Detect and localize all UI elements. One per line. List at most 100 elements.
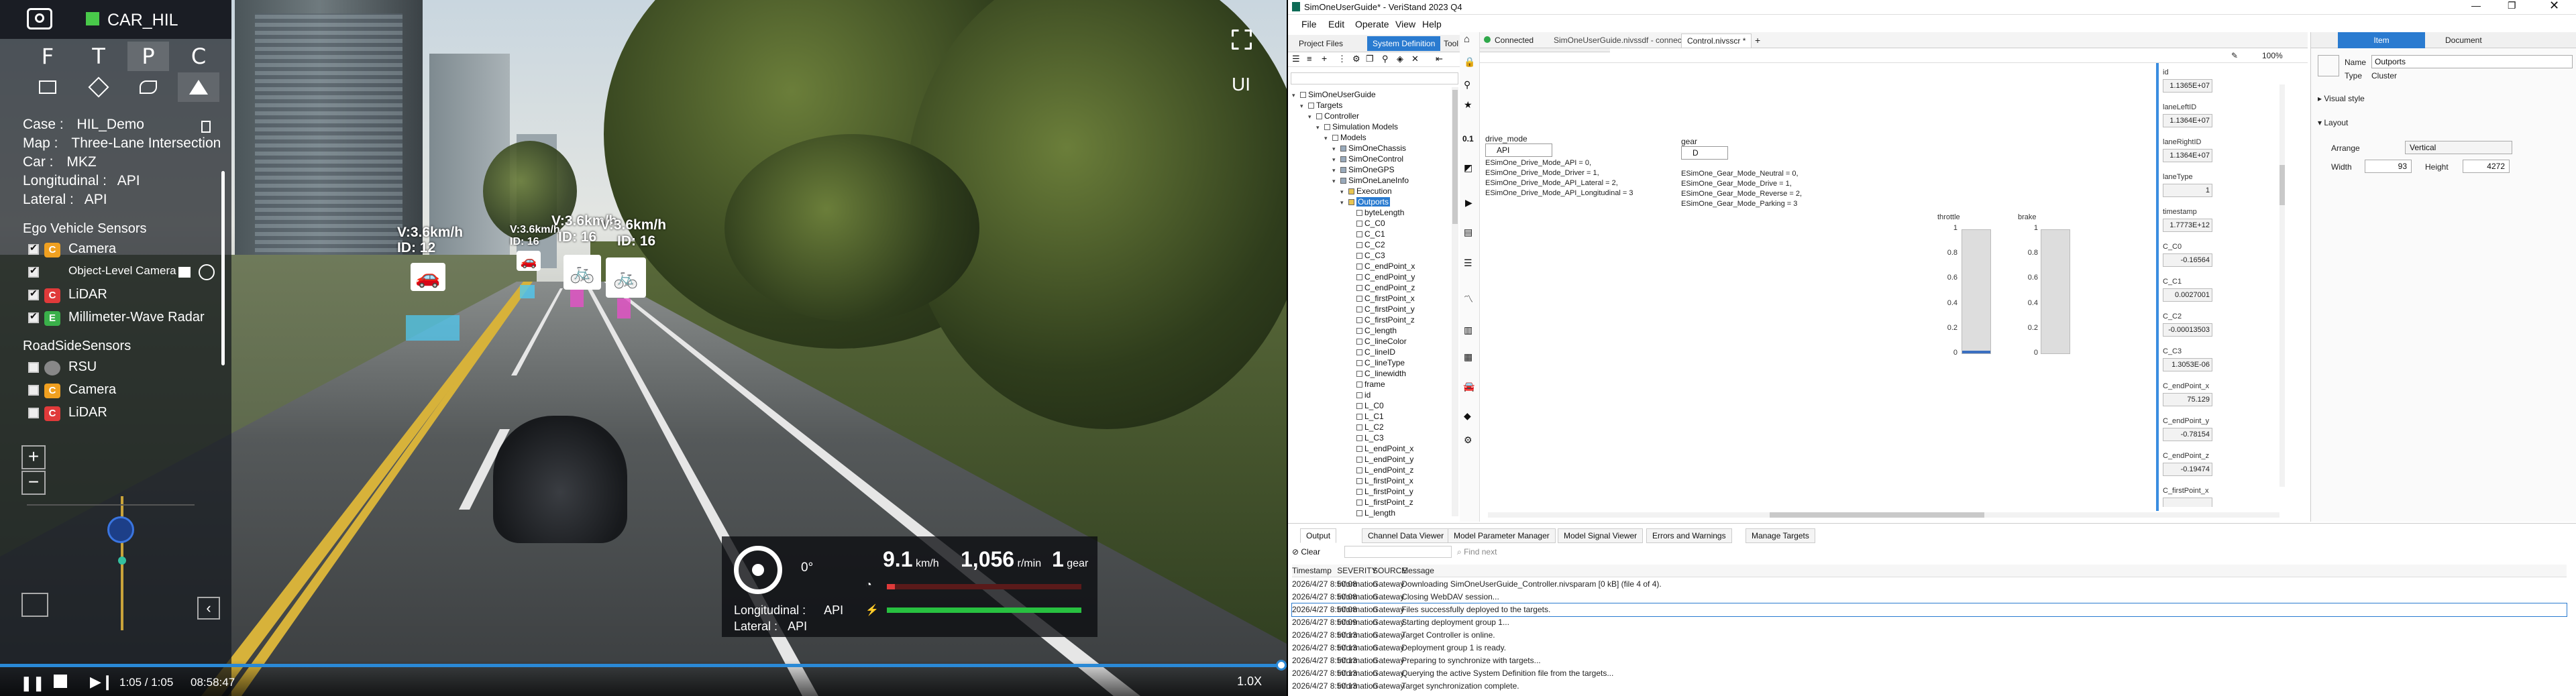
- menu-operate[interactable]: Operate: [1355, 19, 1389, 30]
- menu-file[interactable]: File: [1301, 19, 1317, 30]
- tree-node[interactable]: L_C2: [1348, 422, 1384, 432]
- log-row[interactable]: 2026/4/27 8:50:09 Information Gateway Start…: [1292, 616, 2567, 629]
- tree-node[interactable]: C_C0: [1348, 219, 1385, 228]
- log-row[interactable]: 2026/4/27 8:50:13 Information Gateway Query…: [1292, 667, 2567, 680]
- tree-node[interactable]: L_firstPoint_y: [1348, 487, 1413, 496]
- pin-icon[interactable]: ⚲: [1382, 54, 1389, 64]
- tree-node[interactable]: C_endPoint_z: [1348, 283, 1415, 292]
- canvas-scrollbar-thumb[interactable]: [2279, 165, 2285, 205]
- log-row[interactable]: 2026/4/27 8:50:08 Information Gateway Files…: [1291, 603, 2567, 617]
- table-icon[interactable]: ▥: [1464, 325, 1472, 336]
- expand-arrow-icon[interactable]: ▾: [1340, 199, 1347, 207]
- list-control-icon[interactable]: ☰: [1464, 257, 1472, 269]
- tree-node[interactable]: C_firstPoint_z: [1348, 315, 1415, 325]
- gear-dropdown[interactable]: D: [1681, 146, 1728, 160]
- delete-icon[interactable]: ✕: [1411, 54, 1419, 64]
- collapse-panel-icon[interactable]: ‹: [197, 597, 220, 620]
- menu-view[interactable]: View: [1395, 19, 1415, 30]
- clear-button[interactable]: ⊘ Clear: [1292, 547, 1320, 557]
- tree-node[interactable]: L_endPoint_y: [1348, 455, 1413, 464]
- layers-icon[interactable]: [21, 593, 48, 617]
- sensor-list-scrollbar[interactable]: [221, 171, 225, 365]
- expand-arrow-icon[interactable]: ▾: [1340, 188, 1347, 196]
- tree-node[interactable]: C_lineType: [1348, 358, 1405, 367]
- expand-arrow-icon[interactable]: ▾: [1324, 135, 1331, 142]
- tree-node[interactable]: frame: [1348, 380, 1385, 389]
- align-icon[interactable]: ≡: [1307, 54, 1312, 64]
- list-icon[interactable]: ☰: [1292, 54, 1300, 64]
- tree-node[interactable]: C_linewidth: [1348, 369, 1406, 378]
- ui-toggle-button[interactable]: UI: [1232, 74, 1250, 95]
- tree-scrollbar-thumb[interactable]: [1452, 90, 1458, 224]
- roadside-camera-checkbox[interactable]: [28, 385, 39, 396]
- stop-button[interactable]: [54, 675, 67, 688]
- expand-arrow-icon[interactable]: ▾: [1316, 124, 1323, 131]
- tree-node[interactable]: ▾ Controller: [1308, 111, 1359, 121]
- tree-node[interactable]: ▾ SimOneUserGuide: [1292, 90, 1376, 99]
- tree-node[interactable]: C_C3: [1348, 251, 1385, 260]
- tree-node[interactable]: byteLength: [1348, 208, 1404, 217]
- expand-arrow-icon[interactable]: ▾: [1300, 103, 1307, 110]
- tree-node[interactable]: id: [1348, 390, 1371, 400]
- tag-icon[interactable]: ◈: [1397, 54, 1403, 64]
- find-next-button[interactable]: ⌕ Find next: [1457, 547, 1497, 557]
- col-message[interactable]: Message: [1401, 565, 1434, 577]
- properties-icon[interactable]: ⚙: [1352, 54, 1360, 64]
- add-icon[interactable]: +: [1322, 53, 1327, 64]
- tree-node[interactable]: ▾ SimOneGPS: [1332, 165, 1395, 174]
- col-severity[interactable]: SEVERITY: [1337, 565, 1377, 577]
- tree-node[interactable]: ▾ SimOneControl: [1332, 154, 1403, 164]
- name-field[interactable]: Outports: [2371, 55, 2573, 68]
- flag-icon[interactable]: [178, 267, 191, 278]
- tab-document[interactable]: Document: [2445, 36, 2482, 45]
- search-icon[interactable]: ⚲: [1464, 79, 1470, 91]
- simulation-viewport[interactable]: V:3.6km/h ID: 12 🚗 V:3.6km/h ID: 16 🚗 V:…: [0, 0, 1287, 696]
- mode-c-button[interactable]: C: [178, 42, 219, 71]
- expand-arrow-icon[interactable]: ▾: [1332, 178, 1339, 185]
- menu-edit[interactable]: Edit: [1328, 19, 1344, 30]
- tree-icon[interactable]: ⋮: [1338, 54, 1346, 64]
- tree-node[interactable]: ▾ Execution: [1340, 186, 1392, 196]
- new-tab-button[interactable]: +: [1755, 35, 1760, 46]
- tree-node[interactable]: L_firstPoint_x: [1348, 476, 1413, 485]
- tree-node[interactable]: ▾ Outports: [1340, 197, 1391, 207]
- menu-help[interactable]: Help: [1422, 19, 1442, 30]
- tree-node[interactable]: L_endPoint_z: [1348, 465, 1413, 475]
- camera-checkbox[interactable]: [28, 242, 39, 255]
- tree-node[interactable]: C_length: [1348, 326, 1397, 335]
- tree-node[interactable]: L_C0: [1348, 401, 1384, 410]
- log-row[interactable]: 2026/4/27 8:50:13 Information Gateway Targe…: [1292, 629, 2567, 642]
- output-tab[interactable]: Manage Targets: [1746, 528, 1815, 543]
- cube-view-icon[interactable]: [78, 72, 119, 102]
- tree-node[interactable]: L_endPoint_x: [1348, 444, 1413, 453]
- radar-checkbox[interactable]: [28, 310, 39, 323]
- numeric-control-icon[interactable]: 0.1: [1462, 134, 1474, 143]
- tree-node[interactable]: L_C3: [1348, 433, 1384, 443]
- home-icon[interactable]: ⌂: [1464, 34, 1470, 45]
- square-view-icon[interactable]: [27, 72, 68, 102]
- tree-node[interactable]: C_lineID: [1348, 347, 1395, 357]
- tree-node[interactable]: C_C1: [1348, 229, 1385, 239]
- output-tab[interactable]: Errors and Warnings: [1646, 528, 1732, 543]
- tree-node[interactable]: C_endPoint_y: [1348, 272, 1415, 282]
- tree-node[interactable]: C_firstPoint_y: [1348, 304, 1415, 314]
- tree-node[interactable]: L_length: [1348, 508, 1395, 518]
- output-tab[interactable]: Channel Data Viewer: [1362, 528, 1450, 543]
- lidar-checkbox[interactable]: [28, 288, 39, 300]
- width-field[interactable]: 93: [2365, 160, 2412, 173]
- settings-icon[interactable]: [199, 264, 215, 280]
- output-tab[interactable]: Output: [1300, 528, 1337, 543]
- tree-node[interactable]: C_C2: [1348, 240, 1385, 249]
- copy-icon[interactable]: ❐: [1366, 54, 1374, 64]
- mode-t-button[interactable]: T: [78, 42, 119, 71]
- output-tab[interactable]: Model Signal Viewer: [1558, 528, 1644, 543]
- minimize-button[interactable]: —: [2471, 0, 2481, 11]
- tree-node[interactable]: ▾ SimOneLaneInfo: [1332, 176, 1409, 185]
- play-icon[interactable]: ▶: [1465, 197, 1472, 209]
- mode-f-button[interactable]: F: [27, 42, 68, 71]
- pause-button[interactable]: ❚❚: [20, 675, 45, 692]
- pencil-icon[interactable]: ✎: [2231, 51, 2238, 60]
- expand-arrow-icon[interactable]: ▾: [1332, 156, 1339, 164]
- zoom-out-button[interactable]: −: [21, 471, 46, 495]
- log-row[interactable]: 2026/4/27 8:50:13 Information Gateway Deplo…: [1292, 642, 2567, 654]
